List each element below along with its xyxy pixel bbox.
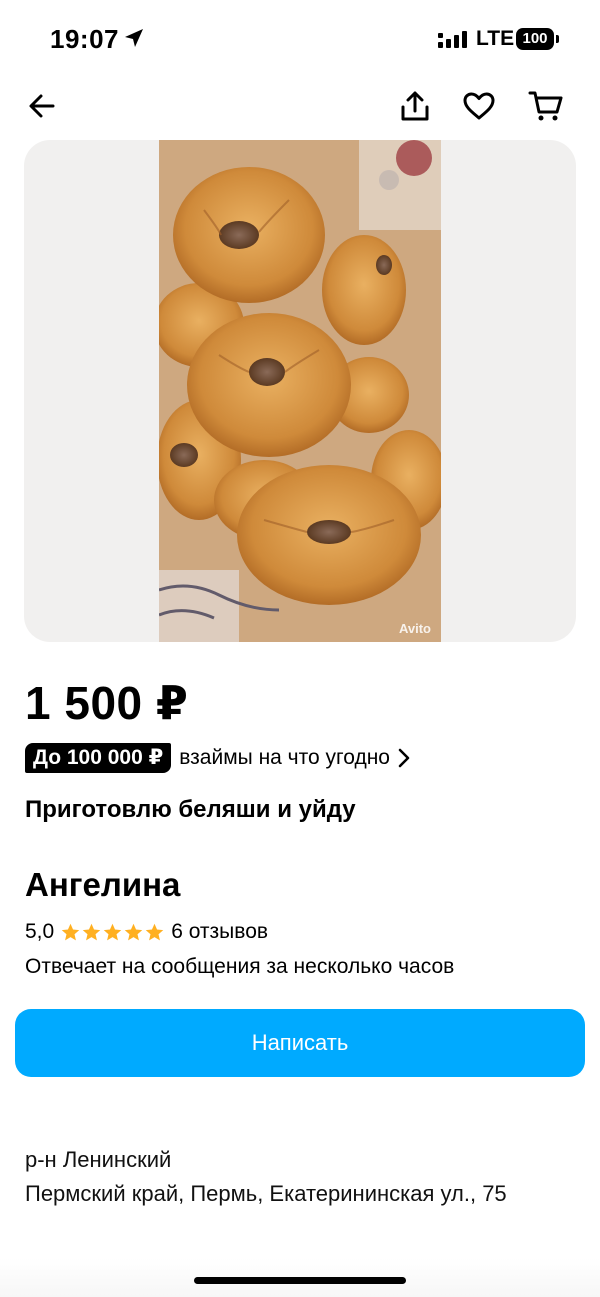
listing-photo: Avito (159, 140, 441, 642)
star-icon (124, 923, 143, 940)
cart-icon (528, 91, 563, 121)
status-time: 19:07 (50, 24, 119, 54)
arrow-left-icon (29, 94, 55, 118)
network-label: LTE (476, 27, 515, 50)
district: р-н Ленинский (25, 1147, 172, 1172)
status-bar: 19:07 LTE 100 (0, 20, 600, 60)
star-icon (145, 923, 164, 940)
loan-offer-link[interactable]: До 100 000 ₽ взаймы на что угодно (25, 742, 410, 774)
seller-rating[interactable]: 5,0 6 отзывов (25, 918, 268, 946)
heart-icon (463, 92, 495, 120)
reviews-count: 6 отзывов (171, 920, 269, 943)
battery-tip (556, 35, 559, 43)
rating-value: 5,0 (25, 920, 55, 943)
cart-button[interactable] (526, 86, 566, 126)
response-time: Отвечает на сообщения за несколько часов (25, 955, 455, 978)
listing-title: Приготовлю беляши и уйду (25, 796, 356, 823)
photo-gallery[interactable]: Avito (24, 140, 576, 642)
share-icon (401, 91, 429, 121)
home-indicator[interactable] (194, 1277, 406, 1284)
photo-watermark: Avito (398, 621, 431, 636)
write-message-button[interactable]: Написать (15, 1009, 585, 1077)
belyashi-photo-illustration (159, 140, 441, 642)
address: Пермский край, Пермь, Екатерининская ул.… (25, 1181, 507, 1206)
loan-text: взаймы на что угодно (179, 746, 390, 769)
location-arrow-icon (125, 29, 143, 47)
battery-indicator: 100 (516, 28, 554, 50)
star-icon (82, 923, 101, 940)
location-block: р-н Ленинский Пермский край, Пермь, Екат… (25, 1143, 585, 1211)
loan-badge: До 100 000 ₽ (25, 743, 172, 773)
back-button[interactable] (22, 86, 62, 126)
listing-page: 19:07 LTE 100 Avito 1 500 ₽ До 100 000 ₽… (0, 0, 600, 1297)
seller-name[interactable]: Ангелина (25, 866, 180, 904)
star-icon (103, 923, 122, 940)
signal-icon (438, 31, 467, 48)
listing-price: 1 500 ₽ (25, 677, 189, 729)
star-icon (61, 923, 80, 940)
share-button[interactable] (395, 86, 435, 126)
chevron-right-icon (398, 748, 410, 768)
rating-stars (60, 922, 165, 943)
favorite-button[interactable] (459, 86, 499, 126)
